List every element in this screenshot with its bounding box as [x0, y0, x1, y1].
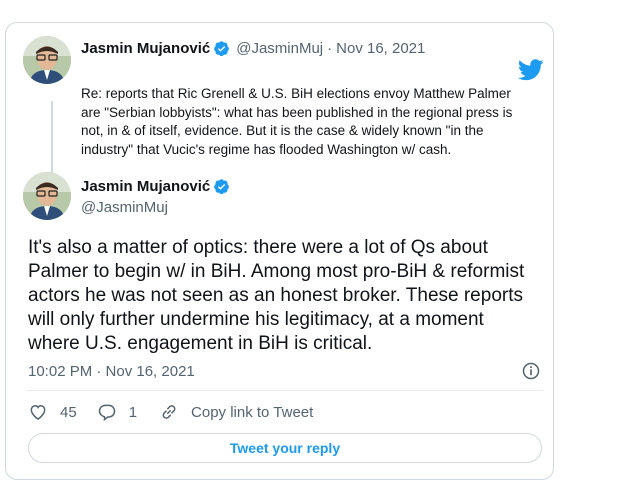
author-handle[interactable]: @JasminMuj [81, 199, 168, 216]
meta-separator: · [327, 40, 333, 57]
copy-link-label: Copy link to Tweet [191, 403, 314, 421]
reply-count: 1 [128, 403, 138, 421]
tweet-timestamp[interactable]: 10:02 PM · Nov 16, 2021 [28, 363, 195, 380]
verified-badge-icon [214, 41, 230, 57]
heart-icon [30, 404, 46, 420]
link-icon [162, 405, 176, 419]
reply-tweet-text: Re: reports that Ric Grenell & U.S. BiH … [81, 86, 513, 157]
reply-button[interactable]: 1 [97, 402, 137, 422]
like-count: 45 [60, 403, 77, 421]
info-icon[interactable] [521, 361, 541, 381]
avatar[interactable] [23, 172, 71, 220]
verified-badge-icon [214, 179, 230, 195]
tweet-embed-card: Jasmin Mujanović @JasminMuj · Nov 16, 20… [5, 22, 554, 480]
action-bar: 45 1 Copy link to Tweet [28, 401, 313, 423]
main-tweet-text: It's also a matter of optics: there were… [28, 237, 525, 354]
avatar[interactable] [23, 36, 71, 84]
main-author-row: Jasmin Mujanović [81, 178, 230, 195]
tweet-your-reply-button[interactable]: Tweet your reply [28, 433, 542, 463]
copy-link-button[interactable]: Copy link to Tweet [159, 402, 313, 422]
like-button[interactable]: 45 [28, 402, 77, 422]
divider [26, 390, 543, 391]
author-handle[interactable]: @JasminMuj [236, 40, 323, 57]
reply-bubble-icon [98, 404, 115, 421]
author-name[interactable]: Jasmin Mujanović [81, 178, 210, 195]
reply-author-row: Jasmin Mujanović @JasminMuj · Nov 16, 20… [81, 40, 425, 57]
author-name[interactable]: Jasmin Mujanović [81, 40, 210, 57]
twitter-bird-icon[interactable] [518, 59, 544, 81]
tweet-date[interactable]: Nov 16, 2021 [336, 40, 425, 57]
